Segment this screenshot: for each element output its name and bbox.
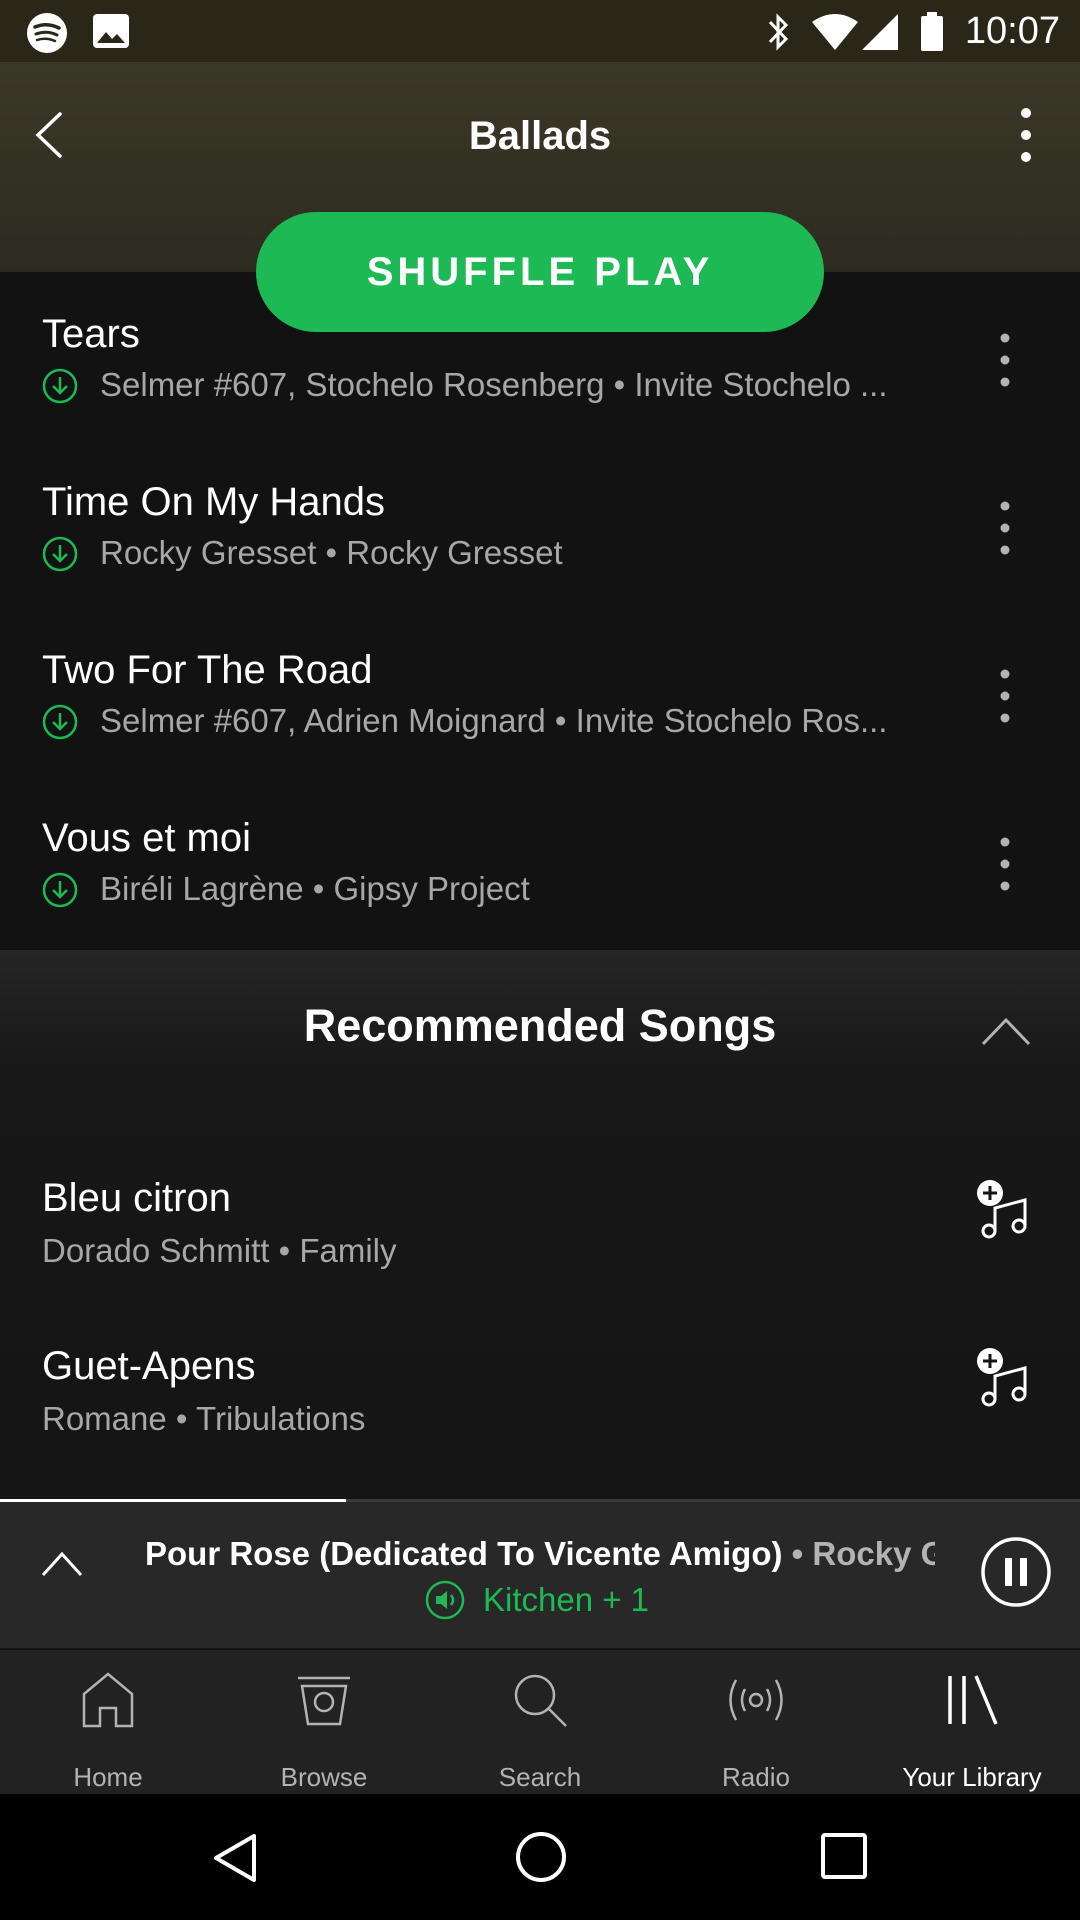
recommended-song-row[interactable]: Bleu citron Dorado Schmitt • Family	[0, 1176, 1080, 1316]
now-playing-artist: Rocky Gresset	[812, 1535, 935, 1572]
nav-label: Your Library	[902, 1762, 1042, 1792]
connect-device[interactable]: Kitchen + 1	[425, 1580, 649, 1620]
downloaded-icon	[42, 872, 78, 908]
track-subtitle: Biréli Lagrène • Gipsy Project	[100, 870, 530, 907]
track-row[interactable]: Two For The Road Selmer #607, Adrien Moi…	[0, 648, 1080, 816]
signal-icon	[862, 14, 898, 50]
home-icon	[82, 1672, 134, 1728]
recommended-song-row[interactable]: Guet-Apens Romane • Tribulations	[0, 1344, 1080, 1484]
home-circle-icon[interactable]	[514, 1830, 568, 1884]
status-time: 10:07	[964, 10, 1060, 52]
now-playing-song: Pour Rose (Dedicated To Vicente Amigo)	[145, 1535, 783, 1572]
track-menu-icon[interactable]	[990, 498, 1020, 558]
spotify-icon	[27, 13, 67, 53]
track-menu-icon[interactable]	[990, 666, 1020, 726]
now-playing-text: Pour Rose (Dedicated To Vicente Amigo) •…	[145, 1535, 935, 1573]
more-vertical-icon[interactable]	[1010, 105, 1042, 165]
speaker-icon	[425, 1580, 465, 1620]
now-playing-bar[interactable]	[0, 1502, 1080, 1648]
library-icon	[948, 1675, 998, 1725]
track-row[interactable]: Time On My Hands Rocky Gresset • Rocky G…	[0, 480, 1080, 648]
track-subtitle: Selmer #607, Stochelo Rosenberg • Invite…	[100, 366, 888, 403]
pause-button[interactable]	[980, 1536, 1052, 1608]
chevron-up-icon[interactable]	[980, 1015, 1032, 1047]
track-row[interactable]: Tears Selmer #607, Stochelo Rosenberg • …	[0, 312, 1080, 480]
radio-icon	[729, 1679, 783, 1721]
recommended-title: Recommended Songs	[303, 1000, 777, 1051]
recents-square-icon[interactable]	[820, 1832, 868, 1880]
device-name: Kitchen + 1	[483, 1581, 650, 1618]
status-bar: 10:07	[0, 0, 1080, 62]
song-title: Guet-Apens	[42, 1344, 256, 1388]
nav-label: Search	[498, 1762, 582, 1792]
nav-label: Browse	[280, 1762, 368, 1792]
track-menu-icon[interactable]	[990, 834, 1020, 894]
expand-player-icon[interactable]	[40, 1548, 84, 1578]
downloaded-icon	[42, 704, 78, 740]
bluetooth-icon	[768, 13, 789, 51]
battery-icon	[921, 12, 943, 51]
nav-label: Home	[73, 1762, 143, 1792]
image-icon	[93, 14, 129, 48]
track-subtitle: Selmer #607, Adrien Moignard • Invite St…	[100, 702, 888, 739]
track-title: Vous et moi	[42, 816, 252, 860]
search-icon	[514, 1674, 567, 1727]
add-song-icon[interactable]	[975, 1344, 1035, 1410]
wifi-icon	[812, 14, 858, 50]
track-menu-icon[interactable]	[990, 330, 1020, 390]
song-subtitle: Dorado Schmitt • Family	[42, 1232, 397, 1269]
page-title: Ballads	[468, 114, 612, 158]
downloaded-icon	[42, 536, 78, 572]
downloaded-icon	[42, 368, 78, 404]
track-title: Time On My Hands	[42, 480, 386, 524]
system-nav-bar	[0, 1794, 1080, 1920]
back-triangle-icon[interactable]	[210, 1832, 260, 1884]
track-title: Tears	[42, 312, 140, 356]
track-title: Two For The Road	[42, 648, 373, 692]
nav-label: Radio	[722, 1762, 790, 1792]
add-song-icon[interactable]	[975, 1176, 1035, 1242]
back-arrow-icon[interactable]	[30, 110, 66, 160]
track-subtitle: Rocky Gresset • Rocky Gresset	[100, 534, 563, 571]
song-title: Bleu citron	[42, 1176, 231, 1220]
song-subtitle: Romane • Tribulations	[42, 1400, 366, 1437]
browse-icon	[298, 1676, 350, 1726]
now-playing-separator: •	[782, 1535, 813, 1572]
